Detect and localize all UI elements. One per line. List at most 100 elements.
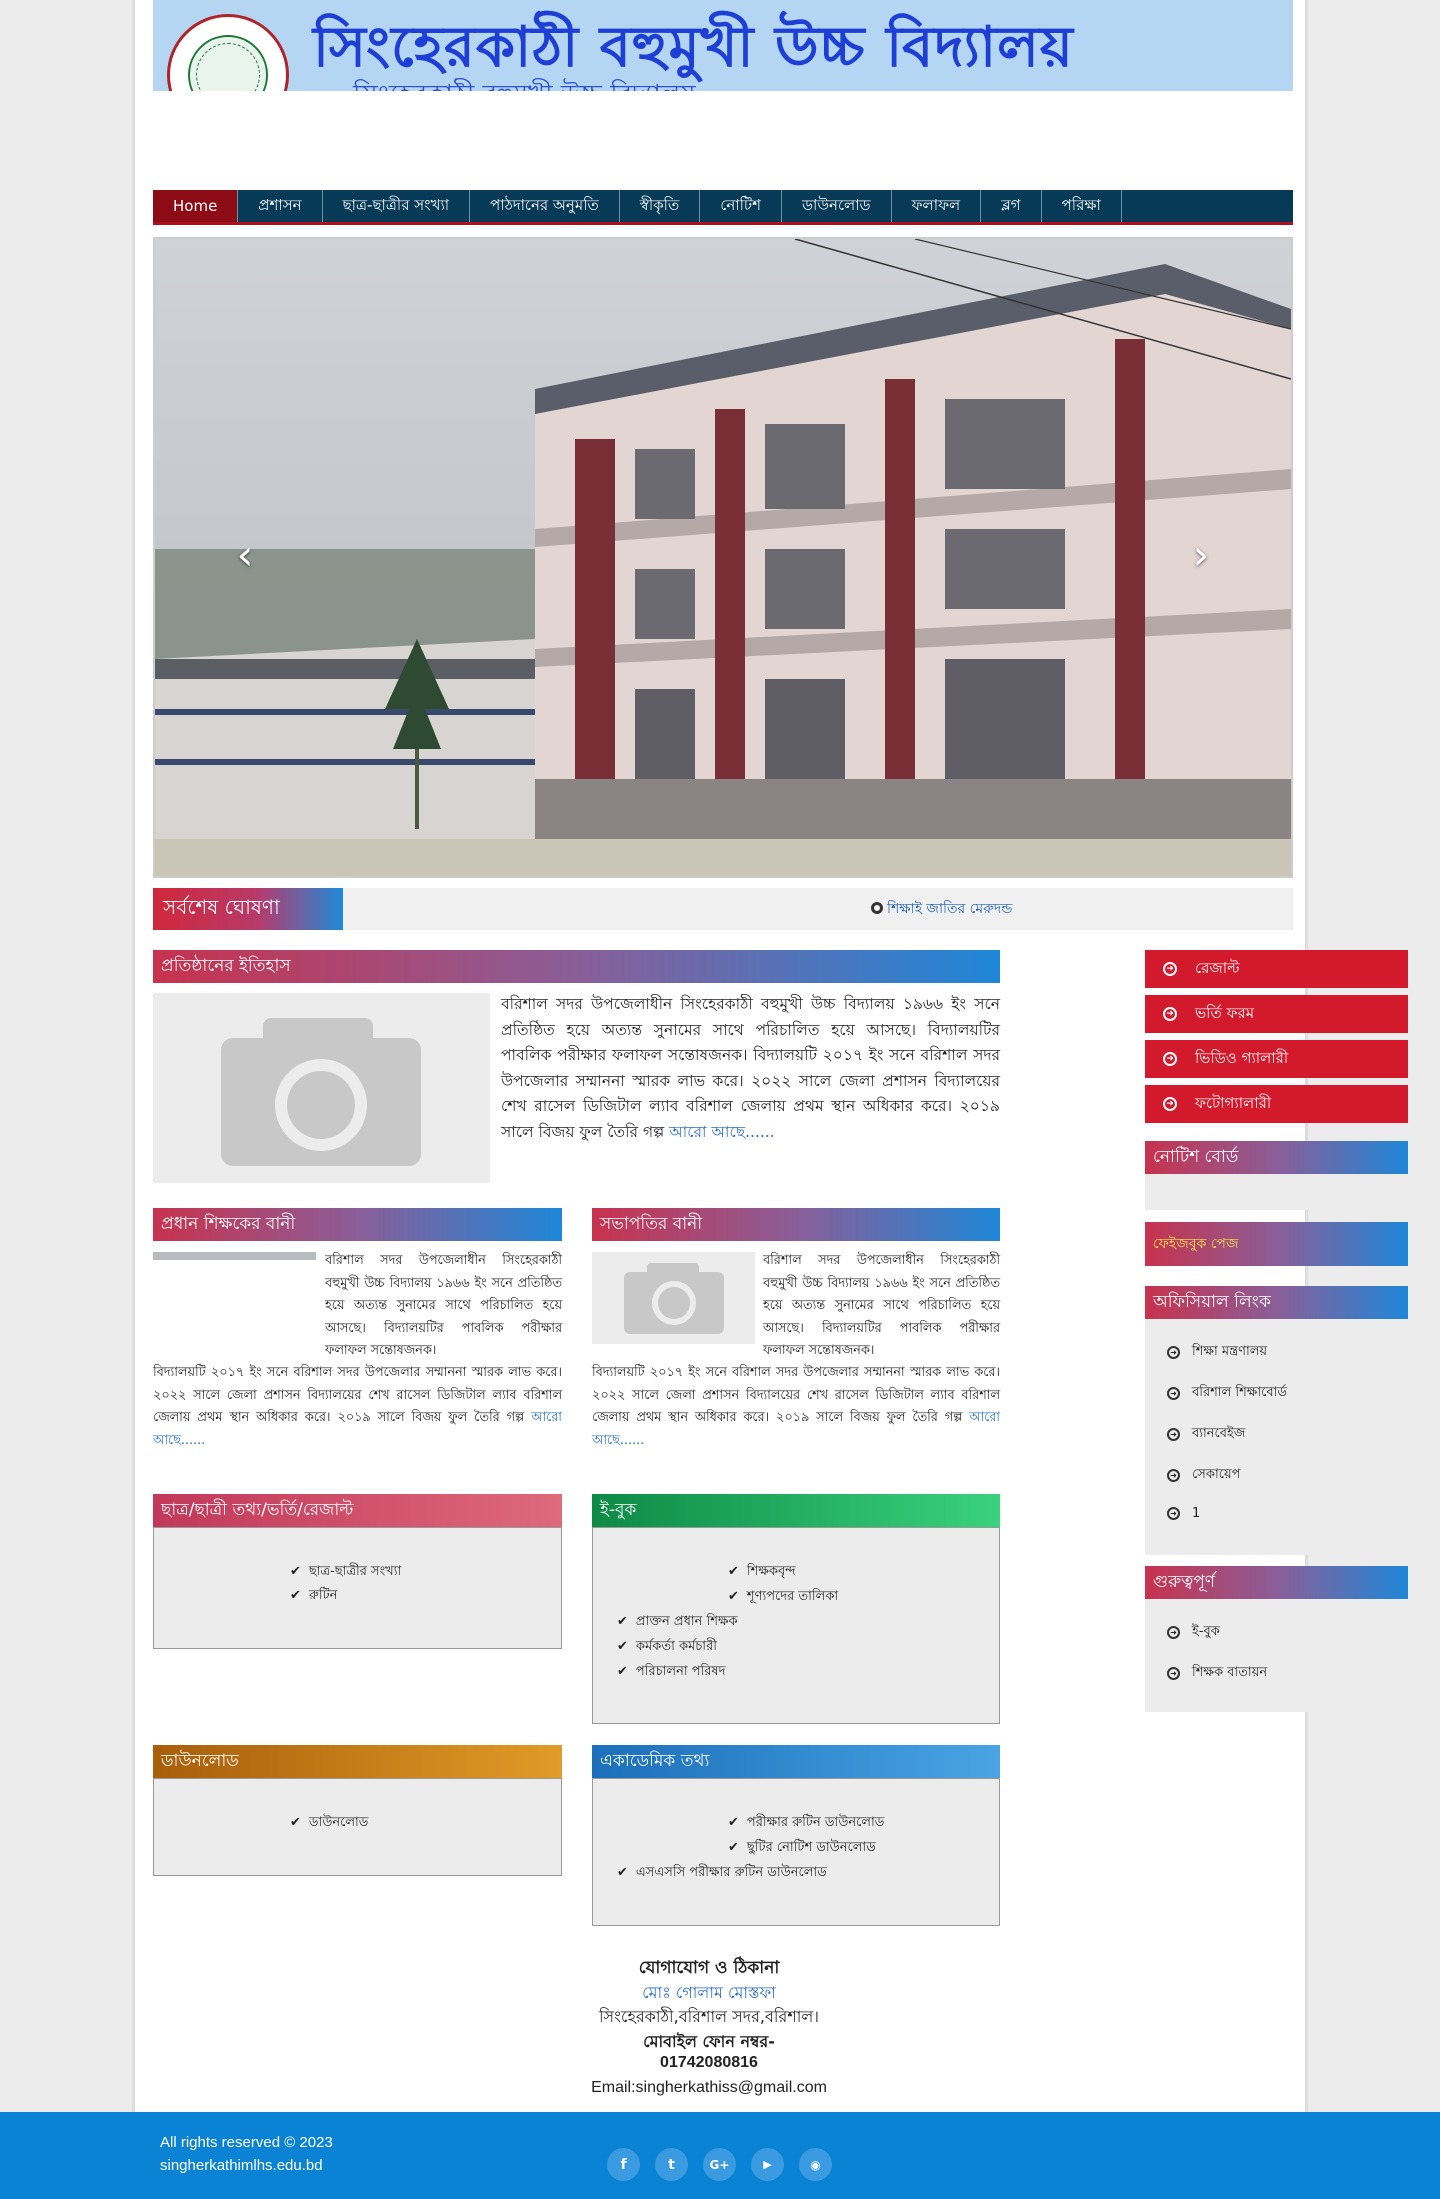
arrow-circle-icon: ➜ <box>1163 1007 1177 1021</box>
youtube-icon[interactable]: ▶ <box>751 2148 784 2181</box>
nav-home[interactable]: Home <box>153 190 239 222</box>
arrow-circle-icon: ➜ <box>1163 1097 1177 1111</box>
slider-next-button[interactable]: › <box>1181 529 1221 579</box>
facebook-icon[interactable]: f <box>607 2148 640 2181</box>
contact-name[interactable]: মোঃ গোলাম মোস্তফা <box>135 1980 1283 2007</box>
check-icon: ✔ <box>728 1564 739 1579</box>
download-list-box: ✔ ডাউনলোড <box>153 1778 562 1876</box>
nav-download[interactable]: ডাউনলোড <box>782 190 892 222</box>
nav-student-count[interactable]: ছাত্র-ছাত্রীর সংখ্যা <box>323 190 471 222</box>
link-banbeis[interactable]: ➜ ব্যানবেইজ <box>1167 1424 1245 1445</box>
contact-email: Email:singherkathiss@gmail.com <box>591 2079 827 2096</box>
ebook-list-box: ✔ শিক্ষকবৃন্দ ✔ শূণ্যপদের তালিকা ✔ প্রাক্তন… <box>592 1527 1000 1724</box>
president-image-placeholder <box>592 1252 755 1344</box>
google-plus-icon[interactable]: G+ <box>703 2148 736 2181</box>
list-item-teachers[interactable]: ✔ শিক্ষকবৃন্দ <box>728 1562 796 1583</box>
students-section-title: ছাত্র/ছাত্রী তথ্য/ভর্তি/রেজাল্ট <box>153 1494 562 1527</box>
list-item-exam-routine-download[interactable]: ✔ পরীক্ষার রুটিন ডাউনলোড <box>728 1813 884 1834</box>
check-icon: ✔ <box>728 1589 739 1604</box>
headmaster-text: বরিশাল সদর উপজেলাধীন সিংহেরকাঠী বহুমুখী … <box>325 1253 562 1358</box>
students-list-box: ✔ ছাত্র-ছাত্রীর সংখ্যা ✔ রুটিন <box>153 1527 562 1649</box>
list-item-governing-body[interactable]: ✔ পরিচালনা পরিষদ <box>617 1662 725 1683</box>
list-item-student-count[interactable]: ✔ ছাত্র-ছাত্রীর সংখ্যা <box>290 1562 401 1583</box>
page-container: সিংহেরকাঠী বহুমুখী উচ্চ বিদ্যালয় সিংহের… <box>132 0 1408 2112</box>
check-icon: ✔ <box>617 1614 628 1629</box>
twitter-icon[interactable]: t <box>655 2148 688 2181</box>
ebook-section-title: ই-বুক <box>592 1494 1000 1527</box>
check-icon: ✔ <box>728 1840 739 1855</box>
arrow-circle-icon: ➜ <box>1167 1469 1180 1482</box>
nav-teaching-permission[interactable]: পাঠদানের অনুমতি <box>470 190 620 222</box>
history-image-placeholder <box>153 993 490 1183</box>
circle-bullet-icon <box>871 902 883 914</box>
link-one[interactable]: ➜ 1 <box>1167 1506 1200 1521</box>
site-footer: All rights reserved © 2023 singherkathim… <box>0 2112 1440 2199</box>
slider-prev-button[interactable]: ‹ <box>225 529 265 579</box>
headmaster-section-title: প্রধান শিক্ষকের বানী <box>153 1208 562 1241</box>
arrow-circle-icon: ➜ <box>1167 1507 1180 1520</box>
check-icon: ✔ <box>617 1639 628 1654</box>
link-education-ministry[interactable]: ➜ শিক্ষা মন্ত্রণালয় <box>1167 1342 1267 1363</box>
check-icon: ✔ <box>290 1588 301 1603</box>
list-item-vacancies[interactable]: ✔ শূণ্যপদের তালিকা <box>728 1587 838 1608</box>
nav-results[interactable]: ফলাফল <box>892 190 982 222</box>
sidebar-video-gallery-button[interactable]: ➜ ভিডিও গ্যালারী <box>1145 1040 1408 1078</box>
list-item-staff[interactable]: ✔ কর্মকর্তা কর্মচারী <box>617 1637 717 1658</box>
link-ebook[interactable]: ➜ ই-বুক <box>1167 1622 1220 1643</box>
camera-icon <box>221 1018 421 1166</box>
nav-exam[interactable]: পরিক্ষা <box>1042 190 1122 222</box>
image-slider: ‹ › <box>153 237 1293 878</box>
history-text: বরিশাল সদর উপজেলাধীন সিংহেরকাঠী বহুমুখী … <box>501 995 1000 1141</box>
check-icon: ✔ <box>617 1664 628 1679</box>
ticker-item[interactable]: শিক্ষাই জাতির মেরুদন্ড <box>871 897 1012 921</box>
history-section-title: প্রতিষ্ঠানের ইতিহাস <box>153 950 1000 983</box>
link-teachers-portal[interactable]: ➜ শিক্ষক বাতায়ন <box>1167 1663 1267 1684</box>
rss-icon[interactable]: ◉ <box>799 2148 832 2181</box>
facebook-page-title[interactable]: ফেইজবুক পেজ <box>1145 1222 1408 1266</box>
list-item-former-headmasters[interactable]: ✔ প্রাক্তন প্রধান শিক্ষক <box>617 1612 738 1633</box>
history-read-more-link[interactable]: আরো আছে...... <box>669 1123 775 1141</box>
download-section-title: ডাউনলোড <box>153 1745 562 1778</box>
link-seqaep[interactable]: ➜ সেকায়েপ <box>1167 1465 1240 1486</box>
camera-icon <box>624 1263 724 1334</box>
academic-list-box: ✔ পরীক্ষার রুটিন ডাউনলোড ✔ ছুটির নোটিশ ডাউ… <box>592 1778 1000 1926</box>
nav-notice[interactable]: নোটিশ <box>700 190 782 222</box>
check-icon: ✔ <box>617 1865 628 1880</box>
check-icon: ✔ <box>728 1815 739 1830</box>
headmaster-text-continued: বিদ্যালয়টি ২০১৭ ইং সনে বরিশাল সদর উপজেল… <box>153 1365 562 1448</box>
nav-administration[interactable]: প্রশাসন <box>238 190 323 222</box>
president-text-continued: বিদ্যালয়টি ২০১৭ ইং সনে বরিশাল সদর উপজেল… <box>592 1365 1000 1448</box>
arrow-circle-icon: ➜ <box>1167 1626 1180 1639</box>
contact-phone-label: মোবাইল ফোন নম্বর- <box>643 2032 775 2051</box>
academic-section-title: একাডেমিক তথ্য <box>592 1745 1000 1778</box>
sidebar-result-button[interactable]: ➜ রেজাল্ট <box>1145 950 1408 988</box>
ticker-label: সর্বশেষ ঘোষণা <box>153 888 343 930</box>
arrow-circle-icon: ➜ <box>1163 1052 1177 1066</box>
notice-board-title: নোটিশ বোর্ড <box>1145 1141 1408 1174</box>
main-navigation: Home প্রশাসন ছাত্র-ছাত্রীর সংখ্যা পাঠদান… <box>153 190 1293 225</box>
nav-recognition[interactable]: স্বীকৃতি <box>620 190 701 222</box>
contact-phone: 01742080816 <box>660 2054 758 2071</box>
footer-copyright: All rights reserved © 2023 <box>160 2134 333 2151</box>
headmaster-photo <box>153 1252 316 1260</box>
news-ticker: সর্বশেষ ঘোষণা শিক্ষাই জাতির মেরুদন্ড <box>153 888 1293 930</box>
sidebar-admission-form-button[interactable]: ➜ ভর্তি ফরম <box>1145 995 1408 1033</box>
arrow-circle-icon: ➜ <box>1163 962 1177 976</box>
list-item-holiday-notice-download[interactable]: ✔ ছুটির নোটিশ ডাউনলোড <box>728 1838 876 1859</box>
important-links-panel: ➜ ই-বুক ➜ শিক্ষক বাতায়ন <box>1145 1599 1408 1712</box>
important-links-title: গুরুত্বপূর্ণ <box>1145 1566 1408 1599</box>
nav-blog[interactable]: ব্লগ <box>981 190 1042 222</box>
contact-address: সিংহেরকাঠী,বরিশাল সদর,বরিশাল। <box>598 2007 819 2026</box>
president-text: বরিশাল সদর উপজেলাধীন সিংহেরকাঠী বহুমুখী … <box>763 1253 1000 1358</box>
check-icon: ✔ <box>290 1815 301 1830</box>
header-banner: সিংহেরকাঠী বহুমুখী উচ্চ বিদ্যালয় সিংহের… <box>153 0 1293 91</box>
president-section-title: সভাপতির বানী <box>592 1208 1000 1241</box>
link-barishal-board[interactable]: ➜ বরিশাল শিক্ষাবোর্ড <box>1167 1383 1287 1404</box>
arrow-circle-icon: ➜ <box>1167 1346 1180 1359</box>
list-item-download[interactable]: ✔ ডাউনলোড <box>290 1813 368 1834</box>
contact-title: যোগাযোগ ও ঠিকানা <box>638 1958 780 1978</box>
sidebar-photo-gallery-button[interactable]: ➜ ফটোগ্যালারী <box>1145 1085 1408 1123</box>
list-item-routine[interactable]: ✔ রুটিন <box>290 1586 337 1607</box>
list-item-ssc-routine-download[interactable]: ✔ এসএসসি পরীক্ষার রুটিন ডাউনলোড <box>617 1863 827 1884</box>
arrow-circle-icon: ➜ <box>1167 1667 1180 1680</box>
